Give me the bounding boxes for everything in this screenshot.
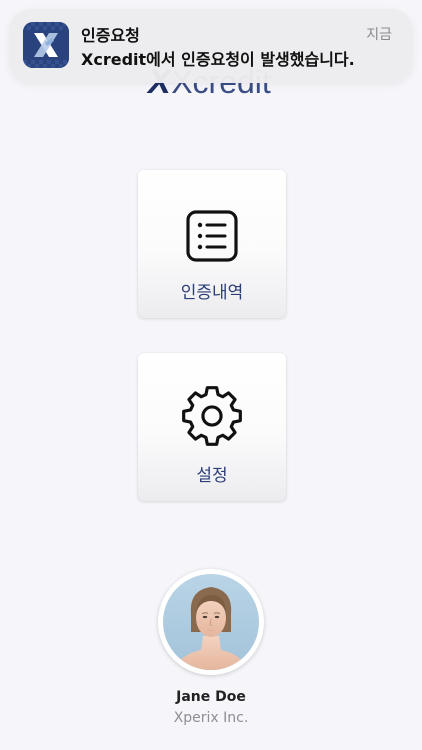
notification-time: 지금 xyxy=(366,27,392,43)
avatar-photo xyxy=(163,574,259,670)
auth-history-button[interactable]: 인증내역 xyxy=(138,170,286,318)
auth-history-label: 인증내역 xyxy=(180,283,244,303)
profile-company: Xperix Inc. xyxy=(173,710,249,726)
notification-banner[interactable]: 인증요청 Xcredit에서 인증요청이 발생했습니다. 지금 xyxy=(9,9,413,83)
settings-button[interactable]: 설정 xyxy=(138,353,286,501)
notification-title: 인증요청 xyxy=(81,26,140,45)
gear-icon xyxy=(179,383,245,449)
list-icon xyxy=(184,208,240,264)
settings-label: 설정 xyxy=(196,466,228,486)
profile-name: Jane Doe xyxy=(176,689,246,705)
xcredit-app-icon xyxy=(23,22,69,68)
notification-body: Xcredit에서 인증요청이 발생했습니다. xyxy=(81,50,355,69)
avatar xyxy=(158,569,264,675)
